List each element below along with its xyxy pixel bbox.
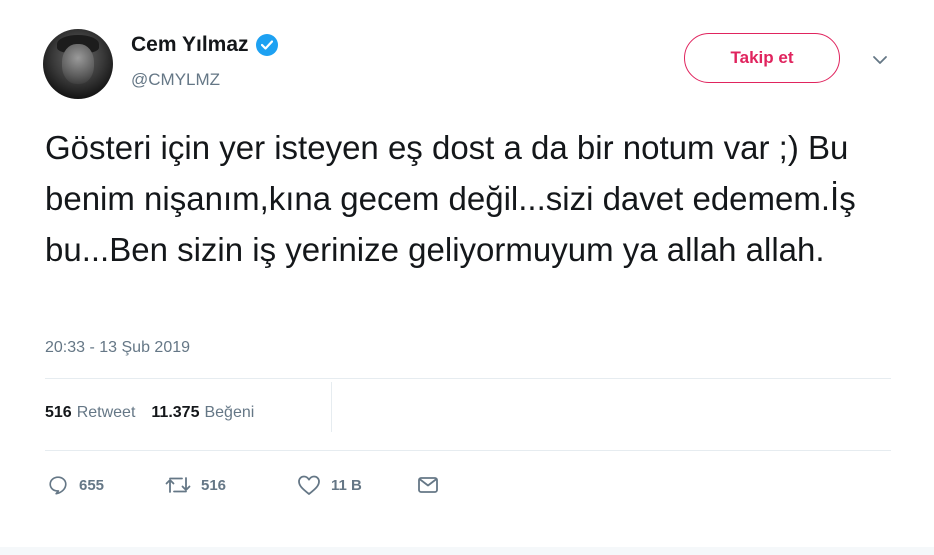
tweet-actions: 655 516 11 B <box>47 474 449 496</box>
like-button[interactable]: 11 B <box>297 474 417 496</box>
envelope-icon <box>418 477 438 493</box>
chevron-down-icon[interactable] <box>870 50 890 70</box>
retweet-icon <box>165 477 191 493</box>
avatar-face <box>62 44 94 84</box>
avatar[interactable] <box>43 29 113 99</box>
like-label: Beğeni <box>204 404 255 421</box>
reply-icon <box>49 476 67 495</box>
retweet-action-count: 516 <box>201 476 227 494</box>
tweet-text: Gösteri için yer isteyen eş dost a da bi… <box>45 129 856 268</box>
user-name[interactable]: Cem Yılmaz <box>131 33 249 57</box>
retweet-count: 516 <box>45 404 72 421</box>
user-handle[interactable]: @CMYLMZ <box>131 70 220 90</box>
tweet-stats: 516 Retweet 11.375 Beğeni <box>45 404 270 422</box>
like-stat[interactable]: 11.375 Beğeni <box>151 404 254 422</box>
message-button[interactable] <box>417 475 449 495</box>
divider <box>45 378 891 379</box>
follow-button[interactable]: Takip et <box>684 33 840 83</box>
like-count: 11.375 <box>151 404 200 421</box>
tweet-timestamp[interactable]: 20:33 - 13 Şub 2019 <box>45 339 190 357</box>
retweet-label: Retweet <box>76 404 136 421</box>
retweet-button[interactable]: 516 <box>165 474 297 496</box>
heart-icon <box>298 475 320 495</box>
reply-count: 655 <box>79 476 105 494</box>
retweet-stat[interactable]: 516 Retweet <box>45 404 135 422</box>
user-name-row: Cem Yılmaz <box>131 33 278 57</box>
stats-separator <box>331 382 332 432</box>
bottom-bar <box>0 547 934 555</box>
verified-badge-icon <box>255 34 278 56</box>
divider <box>45 450 891 451</box>
like-action-count: 11 B <box>331 476 362 494</box>
reply-button[interactable]: 655 <box>47 474 165 496</box>
